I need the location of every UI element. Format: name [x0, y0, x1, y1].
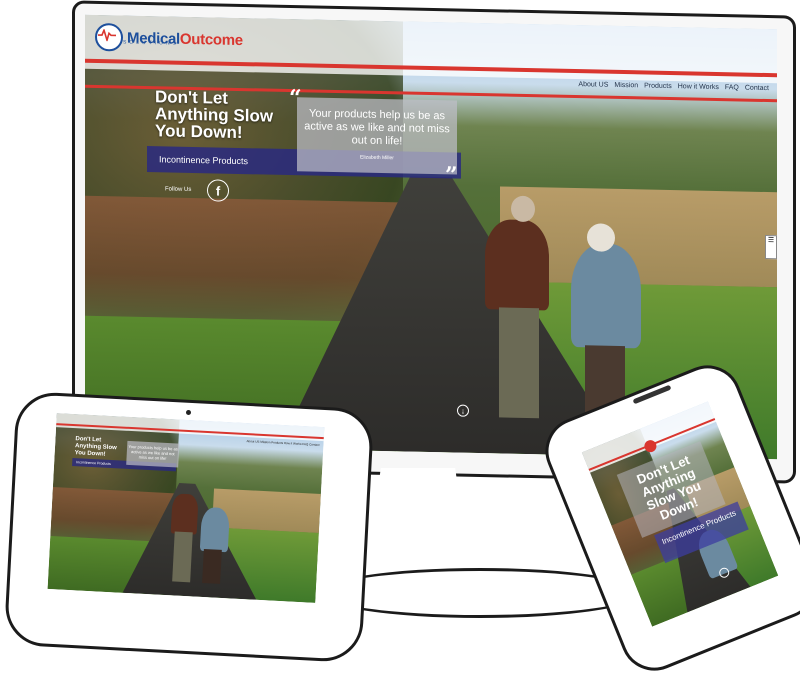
tablet-testimonial: Your products help us be as active as we…	[126, 440, 180, 468]
facebook-icon[interactable]: f	[207, 179, 229, 202]
testimonial-box: Your products help us be as active as we…	[297, 97, 457, 175]
nav-products[interactable]: Products	[644, 82, 672, 90]
hero-headline: Don't Let Anything Slow You Down!	[155, 87, 274, 143]
nav-mission[interactable]: Mission	[614, 82, 638, 89]
tablet-camera	[186, 410, 191, 415]
testimonial-author: Elizabeth Miller	[360, 154, 394, 162]
nav-contact[interactable]: Contact	[745, 85, 769, 93]
open-quote-icon: “	[289, 85, 302, 112]
heartbeat-logo-icon	[95, 22, 123, 52]
monitor-stand-neck	[365, 468, 471, 579]
scroll-down-icon[interactable]: ↓	[457, 404, 469, 417]
nav-faq[interactable]: FAQ	[725, 84, 739, 91]
site-logo[interactable]: MedicalOutcome	[95, 22, 243, 54]
nav-how-it-works[interactable]: How it Works	[678, 83, 719, 91]
social-label: Follow Us	[165, 186, 192, 193]
testimonial-text: Your products help us be as active as we…	[304, 107, 450, 148]
nav-about-us[interactable]: About US	[578, 81, 608, 89]
side-tab-button[interactable]: ☰	[765, 234, 777, 260]
tablet-website-screen: About US Mission Products How it Works F…	[47, 413, 325, 603]
tablet-headline: Don't Let Anything Slow You Down!	[74, 436, 117, 458]
logo-tagline: SOLUTIONS	[123, 39, 179, 47]
close-quote-icon: ”	[445, 162, 458, 189]
